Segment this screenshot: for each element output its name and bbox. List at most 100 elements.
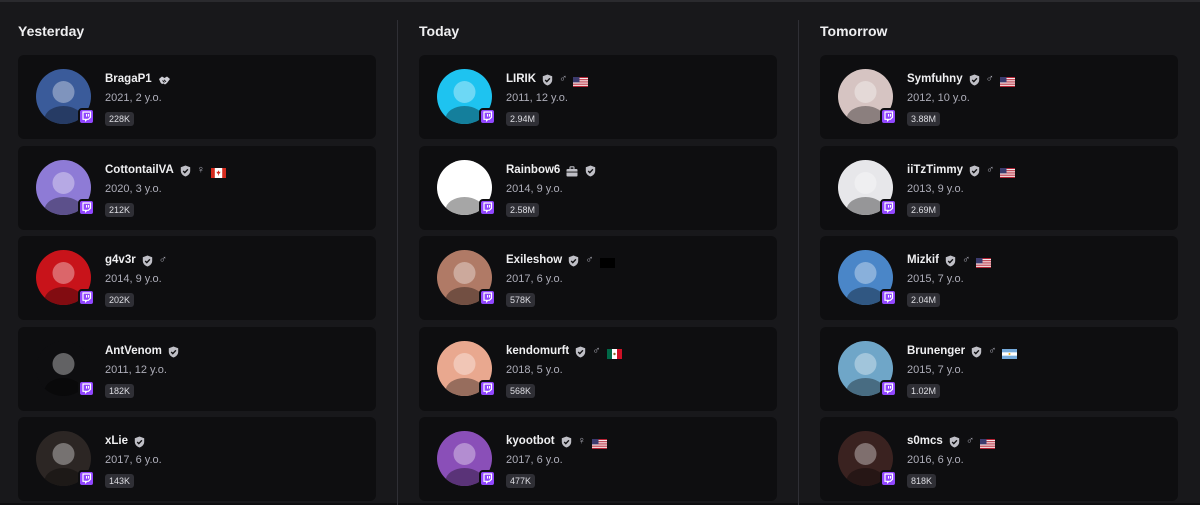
twitch-icon <box>479 289 496 306</box>
name-row: AntVenom <box>105 343 179 359</box>
streamer-name[interactable]: s0mcs <box>907 435 943 447</box>
follower-count-badge: 578K <box>506 293 536 307</box>
follower-count-badge: 143K <box>105 474 135 488</box>
streamer-card[interactable]: Exileshow ♂ 2017, 6 y.o. 578K <box>419 236 777 320</box>
verified-icon <box>142 254 153 267</box>
streamer-card[interactable]: kendomurft ♂ 2018, 5 y.o. 568K <box>419 327 777 411</box>
column-divider <box>397 20 398 505</box>
streamer-name[interactable]: CottontailVA <box>105 164 174 176</box>
follower-count-badge: 2.58M <box>506 203 540 217</box>
streamer-card[interactable]: CottontailVA ♀ 2020, 3 y.o. 212K <box>18 146 376 230</box>
streamer-name[interactable]: g4v3r <box>105 254 136 266</box>
account-age: 2021, 2 y.o. <box>105 92 162 104</box>
account-age: 2013, 9 y.o. <box>907 183 964 195</box>
name-row: LIRIK ♂ <box>506 71 589 87</box>
streamer-card[interactable]: AntVenom 2011, 12 y.o. 182K <box>18 327 376 411</box>
handshake-icon <box>158 73 171 85</box>
account-age: 2018, 5 y.o. <box>506 364 563 376</box>
streamer-card[interactable]: Mizkif ♂ 2015, 7 y.o. 2.04M <box>820 236 1178 320</box>
flag-usa-icon <box>1000 165 1016 178</box>
twitch-icon <box>78 470 95 487</box>
twitch-icon <box>78 380 95 397</box>
streamer-name[interactable]: BragaP1 <box>105 73 152 85</box>
verified-icon <box>971 345 982 358</box>
streamer-name[interactable]: kyootbot <box>506 435 555 447</box>
male-icon: ♂ <box>559 72 568 85</box>
account-age: 2020, 3 y.o. <box>105 183 162 195</box>
name-row: CottontailVA ♀ <box>105 162 227 178</box>
streamer-name[interactable]: xLie <box>105 435 128 447</box>
verified-icon <box>180 164 191 177</box>
name-row: Rainbow6 <box>506 162 596 178</box>
verified-icon <box>949 435 960 448</box>
flag-mexico-icon <box>606 346 622 359</box>
twitch-icon <box>479 108 496 125</box>
verified-icon <box>168 345 179 358</box>
streamer-card[interactable]: LIRIK ♂ 2011, 12 y.o. 2.94M <box>419 55 777 139</box>
name-row: xLie <box>105 433 145 449</box>
flag-usa-icon <box>999 74 1015 87</box>
twitch-icon <box>78 199 95 216</box>
verified-icon <box>585 164 596 177</box>
streamer-name[interactable]: Mizkif <box>907 254 939 266</box>
streamer-name[interactable]: AntVenom <box>105 345 162 357</box>
follower-count-badge: 3.88M <box>907 112 941 126</box>
name-row: BragaP1 <box>105 71 171 87</box>
female-icon: ♀ <box>196 163 206 176</box>
flag-black-icon <box>599 255 615 268</box>
male-icon: ♂ <box>585 253 594 266</box>
streamer-card[interactable]: xLie 2017, 6 y.o. 143K <box>18 417 376 501</box>
follower-count-badge: 202K <box>105 293 135 307</box>
streamer-name[interactable]: Symfuhny <box>907 73 963 85</box>
streamer-card[interactable]: s0mcs ♂ 2016, 6 y.o. 818K <box>820 417 1178 501</box>
male-icon: ♂ <box>965 434 975 447</box>
streamer-name[interactable]: Exileshow <box>506 254 562 266</box>
streamer-name[interactable]: Brunenger <box>907 345 965 357</box>
verified-icon <box>575 345 586 358</box>
streamer-name[interactable]: iiTzTimmy <box>907 164 963 176</box>
name-row: Exileshow ♂ <box>506 252 615 268</box>
twitch-icon <box>880 108 897 125</box>
column-title: Today <box>419 23 460 39</box>
verified-icon <box>134 435 145 448</box>
account-age: 2014, 9 y.o. <box>105 273 162 285</box>
streamer-name[interactable]: LIRIK <box>506 73 536 85</box>
streamer-card[interactable]: Brunenger ♂ 2015, 7 y.o. 1.02M <box>820 327 1178 411</box>
follower-count-badge: 2.69M <box>907 203 941 217</box>
twitch-icon <box>479 199 496 216</box>
name-row: Brunenger ♂ <box>907 343 1018 359</box>
streamer-card[interactable]: kyootbot ♀ 2017, 6 y.o. 477K <box>419 417 777 501</box>
twitch-icon <box>880 199 897 216</box>
name-row: kendomurft ♂ <box>506 343 622 359</box>
streamer-card[interactable]: Symfuhny ♂ 2012, 10 y.o. 3.88M <box>820 55 1178 139</box>
flag-usa-icon <box>573 74 589 87</box>
follower-count-badge: 477K <box>506 474 536 488</box>
streamer-name[interactable]: kendomurft <box>506 345 569 357</box>
twitch-icon <box>880 289 897 306</box>
twitch-icon <box>78 108 95 125</box>
name-row: kyootbot ♀ <box>506 433 607 449</box>
flag-usa-icon <box>976 255 992 268</box>
verified-icon <box>945 254 956 267</box>
account-age: 2017, 6 y.o. <box>506 273 563 285</box>
male-icon: ♂ <box>592 344 601 357</box>
follower-count-badge: 212K <box>105 203 135 217</box>
name-row: Mizkif ♂ <box>907 252 992 268</box>
streamer-card[interactable]: BragaP1 2021, 2 y.o. 228K <box>18 55 376 139</box>
briefcase-icon <box>566 164 579 177</box>
account-age: 2015, 7 y.o. <box>907 364 964 376</box>
streamer-card[interactable]: Rainbow6 2014, 9 y.o. 2.58M <box>419 146 777 230</box>
account-age: 2017, 6 y.o. <box>105 454 162 466</box>
follower-count-badge: 228K <box>105 112 135 126</box>
streamer-card[interactable]: g4v3r ♂ 2014, 9 y.o. 202K <box>18 236 376 320</box>
twitch-icon <box>78 289 95 306</box>
streamer-card[interactable]: iiTzTimmy ♂ 2013, 9 y.o. 2.69M <box>820 146 1178 230</box>
flag-canada-icon <box>211 165 227 178</box>
column-title: Yesterday <box>18 23 85 39</box>
follower-count-badge: 2.94M <box>506 112 540 126</box>
streamer-name[interactable]: Rainbow6 <box>506 164 560 176</box>
verified-icon <box>969 164 980 177</box>
account-age: 2011, 12 y.o. <box>506 92 568 104</box>
column-title: Tomorrow <box>820 23 888 39</box>
follower-count-badge: 1.02M <box>907 384 941 398</box>
